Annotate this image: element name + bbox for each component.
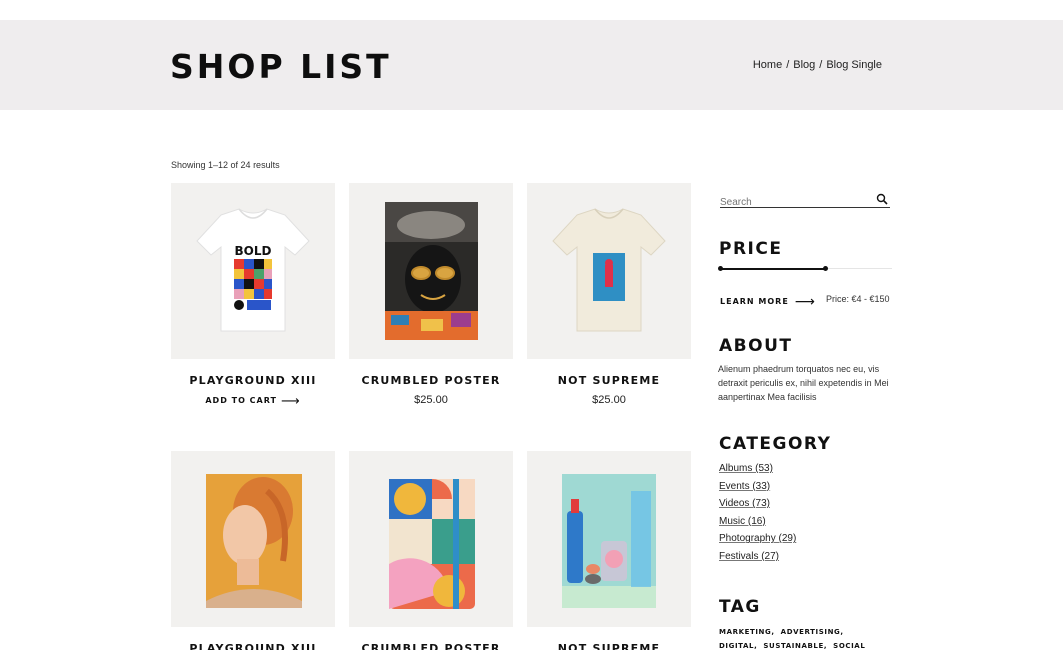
notebook-image (389, 479, 475, 609)
bottles-image (562, 474, 656, 608)
category-list: Albums (53) Events (33) Videos (73) Musi… (719, 463, 796, 569)
search-input[interactable] (720, 194, 870, 211)
page-header: SHOP LIST Home / Blog / Blog Single (0, 20, 1063, 110)
arrow-right-icon: ⟶ (794, 294, 816, 310)
breadcrumb-separator: / (786, 59, 790, 71)
category-item[interactable]: Events (33) (719, 481, 796, 499)
product-card[interactable]: PLAYGROUND XIII (171, 451, 335, 650)
product-image[interactable] (527, 451, 691, 627)
product-card[interactable]: CRUMBLED POSTER $25.00 (349, 183, 513, 406)
product-image[interactable] (171, 451, 335, 627)
top-bar (0, 0, 1063, 20)
product-name[interactable]: NOT SUPREME (527, 642, 691, 650)
about-heading: ABOUT (719, 336, 793, 356)
tag-link[interactable]: SOCIAL (833, 642, 865, 650)
breadcrumb: Home / Blog / Blog Single (753, 59, 882, 71)
product-name[interactable]: CRUMBLED POSTER (349, 642, 513, 650)
category-item[interactable]: Albums (53) (719, 463, 796, 481)
tag-cloud: MARKETING, ADVERTISING, DIGITAL, SUSTAIN… (719, 625, 899, 650)
portrait-image (206, 474, 302, 608)
breadcrumb-blog[interactable]: Blog (793, 59, 815, 71)
product-name[interactable]: PLAYGROUND XIII (171, 642, 335, 650)
learn-more-button[interactable]: LEARN MORE ⟶ (720, 294, 816, 310)
category-heading: CATEGORY (719, 434, 832, 454)
tag-link[interactable]: SUSTAINABLE, (763, 642, 827, 650)
product-price: $25.00 (414, 394, 448, 406)
price-slider-fill (720, 268, 825, 270)
price-heading: PRICE (719, 239, 783, 259)
page-title: SHOP LIST (170, 47, 392, 86)
breadcrumb-current: Blog Single (826, 59, 882, 71)
product-name[interactable]: PLAYGROUND XIII (171, 374, 335, 387)
price-slider-handle-max[interactable] (823, 266, 828, 271)
tshirt-cream-image (552, 208, 666, 332)
category-item[interactable]: Music (16) (719, 516, 796, 534)
search-box (720, 190, 890, 211)
about-text: Alienum phaedrum torquatos nec eu, vis d… (718, 364, 889, 402)
product-card[interactable]: NOT SUPREME $25.00 (527, 183, 691, 406)
breadcrumb-home[interactable]: Home (753, 59, 782, 71)
product-price: $25.00 (592, 394, 626, 406)
price-range-text: Price: €4 - €150 (826, 294, 890, 304)
product-card[interactable]: BOLD PLAYGROUND XIII ADD TO CART ⟶ (171, 183, 335, 409)
price-slider-handle-min[interactable] (718, 266, 723, 271)
product-card[interactable]: CRUMBLED POSTER (349, 451, 513, 650)
tag-heading: TAG (719, 597, 761, 617)
search-icon[interactable] (876, 193, 888, 205)
category-item[interactable]: Videos (73) (719, 498, 796, 516)
add-to-cart-button[interactable]: ADD TO CART ⟶ (171, 394, 335, 409)
add-to-cart-label: ADD TO CART (205, 396, 277, 405)
product-card[interactable]: NOT SUPREME (527, 451, 691, 650)
tag-link[interactable]: MARKETING, (719, 628, 775, 636)
product-image[interactable]: BOLD (171, 183, 335, 359)
breadcrumb-separator: / (819, 59, 823, 71)
tag-link[interactable]: ADVERTISING, (781, 628, 844, 636)
poster-image (385, 202, 478, 340)
results-count: Showing 1–12 of 24 results (171, 160, 280, 170)
category-item[interactable]: Festivals (27) (719, 551, 796, 569)
category-item[interactable]: Photography (29) (719, 533, 796, 551)
product-image[interactable] (527, 183, 691, 359)
product-name[interactable]: NOT SUPREME (527, 374, 691, 387)
tshirt-print-text: BOLD (235, 244, 272, 258)
tag-link[interactable]: DIGITAL, (719, 642, 757, 650)
arrow-right-icon: ⟶ (280, 394, 301, 409)
product-name[interactable]: CRUMBLED POSTER (349, 374, 513, 387)
product-image[interactable] (349, 451, 513, 627)
product-image[interactable] (349, 183, 513, 359)
learn-more-label: LEARN MORE (720, 297, 789, 306)
tshirt-bold-image: BOLD (196, 208, 310, 332)
